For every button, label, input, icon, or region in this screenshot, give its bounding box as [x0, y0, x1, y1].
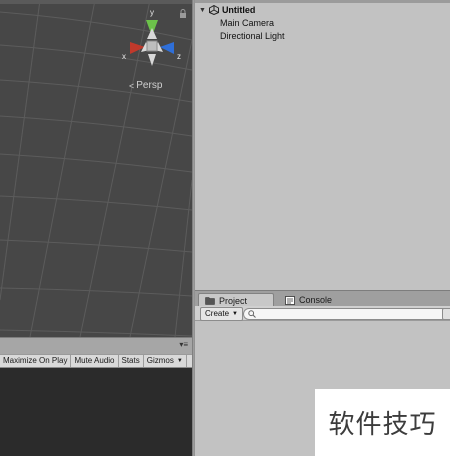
gizmo-z-cone[interactable]	[160, 42, 174, 54]
tab-console[interactable]: Console	[279, 293, 359, 307]
gizmo-x-label: x	[122, 52, 126, 61]
gizmo-z-label: z	[177, 52, 181, 61]
lock-icon[interactable]	[179, 9, 187, 18]
maximize-on-play-toggle[interactable]: Maximize On Play	[0, 355, 72, 367]
chevron-down-icon: ▼	[176, 358, 183, 364]
bottom-tab-bar: Project Console	[195, 290, 450, 307]
game-panel-header: ▾≡	[0, 337, 192, 354]
search-input[interactable]	[243, 308, 450, 320]
gizmos-dropdown[interactable]: Gizmos ▼	[144, 355, 187, 367]
gizmos-label: Gizmos	[146, 356, 174, 365]
project-options-button[interactable]	[442, 308, 450, 320]
tab-project[interactable]: Project	[198, 293, 274, 307]
hierarchy-top-bar	[195, 0, 450, 3]
stats-toggle[interactable]: Stats	[119, 355, 144, 367]
gizmo-x-cone[interactable]	[130, 42, 145, 54]
hierarchy-panel: ▼ Untitled Main Camera Directional Light	[195, 0, 450, 290]
fold-down-icon[interactable]: ▼	[199, 7, 206, 14]
tab-console-label: Console	[299, 295, 333, 305]
mute-audio-toggle[interactable]: Mute Audio	[71, 355, 119, 367]
camera-mode-text: Persp	[136, 80, 163, 91]
scene-root-item[interactable]: ▼ Untitled	[199, 5, 255, 15]
scene-view[interactable]: y x z < Persp	[0, 0, 192, 337]
gizmo-y-label: y	[150, 8, 154, 17]
folder-icon	[205, 297, 215, 305]
gizmo-center-cube[interactable]	[146, 40, 158, 52]
search-icon	[248, 310, 256, 318]
watermark: 软件技巧	[315, 389, 450, 456]
gizmo-cone-top	[147, 28, 157, 39]
game-toolbar: Maximize On Play Mute Audio Stats Gizmos…	[0, 354, 192, 368]
panel-menu-icon[interactable]: ▾≡	[179, 340, 188, 349]
persp-label[interactable]: < Persp	[129, 80, 162, 91]
tab-project-label: Project	[219, 295, 248, 306]
game-view[interactable]	[0, 368, 192, 456]
create-dropdown-button[interactable]: Create ▼	[200, 307, 243, 321]
persp-arrow-icon: <	[129, 80, 135, 91]
unity-scene-icon	[208, 5, 219, 15]
scene-name: Untitled	[221, 5, 256, 15]
console-icon	[285, 295, 295, 305]
project-toolbar: Create ▼	[195, 306, 450, 321]
hierarchy-item-directional-light[interactable]: Directional Light	[220, 31, 285, 41]
gizmo-cone-bottom	[148, 54, 156, 66]
create-label: Create	[205, 309, 230, 318]
scene-top-strip	[0, 0, 192, 4]
hierarchy-item-main-camera[interactable]: Main Camera	[220, 18, 274, 28]
chevron-down-icon: ▼	[232, 311, 238, 317]
